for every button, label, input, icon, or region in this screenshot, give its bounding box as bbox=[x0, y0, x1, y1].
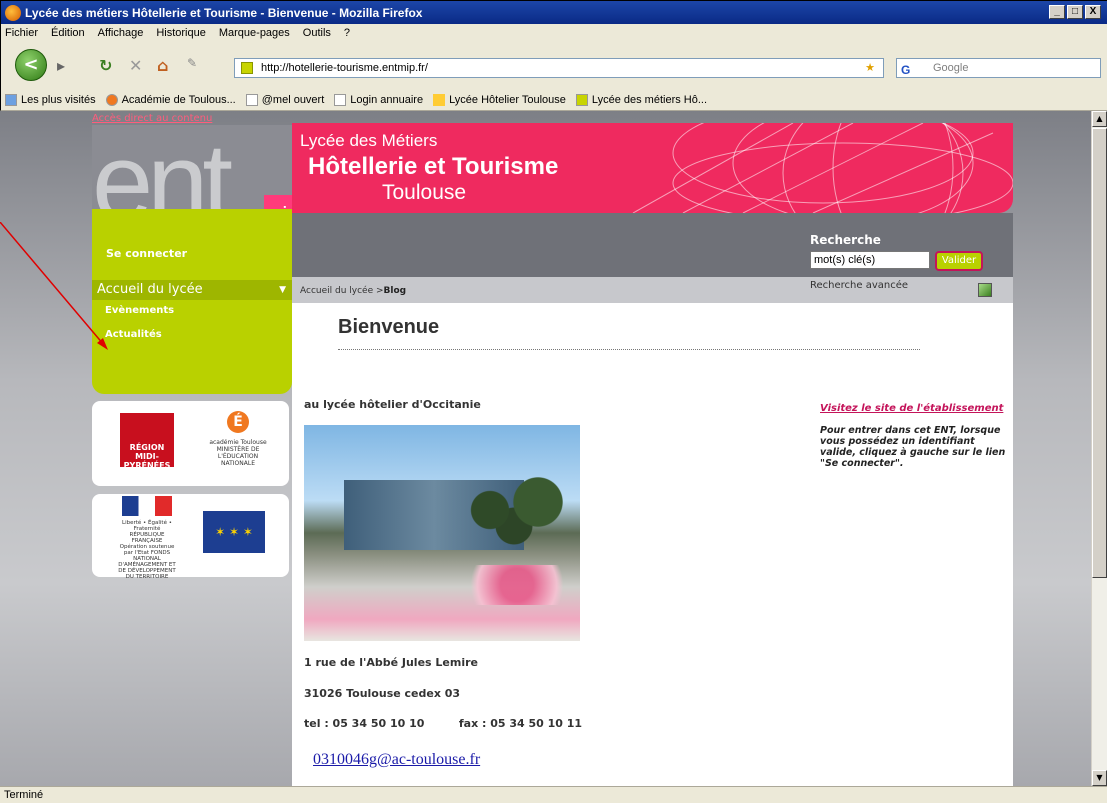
bookmark-academie[interactable]: Académie de Toulous... bbox=[105, 94, 236, 106]
bookmark-most-visited[interactable]: Les plus visités bbox=[5, 94, 96, 106]
school-photo bbox=[304, 425, 580, 641]
site-favicon bbox=[575, 94, 588, 106]
photo-trees bbox=[454, 470, 574, 550]
url-bar[interactable]: http://hotellerie-tourisme.entmip.fr/ ★ bbox=[234, 58, 884, 78]
academie-icon bbox=[105, 94, 118, 106]
search-label: Recherche bbox=[810, 233, 881, 247]
region-logo[interactable]: RÉGION MIDI-PYRÉNÉES bbox=[120, 413, 174, 470]
menu-help[interactable]: ? bbox=[344, 27, 350, 39]
header-line-1: Lycée des Métiers bbox=[300, 131, 438, 150]
reload-icon[interactable]: ↻ bbox=[99, 56, 112, 75]
academie-logo[interactable]: É académie Toulouse MINISTÈRE DE L'ÉDUCA… bbox=[208, 411, 268, 473]
page-icon bbox=[245, 94, 258, 106]
search-input[interactable]: mot(s) clé(s) bbox=[810, 251, 930, 269]
page-icon bbox=[334, 94, 347, 106]
address-city: 31026 Toulouse cedex 03 bbox=[304, 687, 461, 700]
bookmarks-toolbar: Les plus visités Académie de Toulous... … bbox=[0, 90, 1107, 111]
addon-icon[interactable]: ✎ bbox=[187, 56, 197, 70]
breadcrumb-parent[interactable]: Accueil du lycée > bbox=[300, 286, 384, 296]
rf-sublabel: Opération soutenue par l'Etat FONDS NATI… bbox=[118, 544, 176, 580]
page-viewport: Accès direct au contenu ent mip Lycée de… bbox=[0, 111, 1091, 786]
bookmark-mel[interactable]: @mel ouvert bbox=[245, 94, 324, 106]
window-controls: _ □ X bbox=[1049, 5, 1101, 19]
header-line-3: Toulouse bbox=[382, 181, 467, 204]
scroll-thumb[interactable] bbox=[1092, 128, 1107, 578]
address-phones: tel : 05 34 50 10 10 fax : 05 34 50 10 1… bbox=[304, 717, 583, 730]
search-placeholder: Google bbox=[933, 62, 969, 74]
url-text: http://hotellerie-tourisme.entmip.fr/ bbox=[261, 62, 428, 74]
breadcrumb-current: Blog bbox=[383, 286, 407, 296]
french-flag-icon bbox=[122, 496, 172, 516]
academie-e-icon: É bbox=[227, 411, 249, 433]
menu-affichage[interactable]: Affichage bbox=[98, 27, 144, 39]
back-button[interactable]: < bbox=[15, 49, 47, 81]
eu-flag-icon[interactable]: ✶ ✶ ✶ bbox=[203, 511, 265, 553]
banner-decoration bbox=[632, 123, 1013, 213]
scroll-down-button[interactable]: ▼ bbox=[1092, 770, 1107, 786]
advanced-search-link[interactable]: Recherche avancée bbox=[810, 280, 908, 291]
breadcrumb: Accueil du lycée >Blog bbox=[300, 286, 406, 296]
address-street: 1 rue de l'Abbé Jules Lemire bbox=[304, 656, 479, 669]
rf-label: Liberté • Égalité • Fraternité RÉPUBLIQU… bbox=[122, 520, 172, 544]
valider-button[interactable]: Valider bbox=[935, 251, 983, 271]
most-visited-icon bbox=[5, 94, 17, 106]
menu-marque-pages[interactable]: Marque-pages bbox=[219, 27, 290, 39]
site-favicon bbox=[241, 62, 253, 74]
home-icon[interactable]: ⌂ bbox=[157, 56, 168, 75]
menu-edition[interactable]: Édition bbox=[51, 27, 85, 39]
annotation-arrow bbox=[0, 222, 108, 350]
menu-outils[interactable]: Outils bbox=[303, 27, 331, 39]
ministere-label: MINISTÈRE DE L'ÉDUCATION NATIONALE bbox=[216, 446, 260, 467]
title-divider bbox=[338, 349, 920, 350]
forward-icon[interactable]: ▸ bbox=[57, 56, 65, 75]
header-banner: Lycée des Métiers Hôtellerie et Tourisme… bbox=[292, 123, 1013, 213]
bookmark-star-icon[interactable]: ★ bbox=[865, 59, 875, 77]
google-icon[interactable]: G bbox=[901, 61, 910, 79]
maximize-button[interactable]: □ bbox=[1067, 5, 1083, 19]
ent-info-text: Pour entrer dans cet ENT, lorsque vous p… bbox=[820, 425, 1006, 469]
menu-bar: Fichier Édition Affichage Historique Mar… bbox=[0, 24, 1107, 42]
star-icon bbox=[433, 94, 446, 106]
close-button[interactable]: X bbox=[1085, 5, 1101, 19]
header-line-2: Hôtellerie et Tourisme bbox=[308, 153, 559, 180]
nav-section-accueil[interactable]: Accueil du lycée ▼ bbox=[92, 280, 292, 300]
firefox-icon bbox=[5, 4, 21, 21]
visit-site-link[interactable]: Visitez le site de l'établissement bbox=[820, 403, 1003, 414]
status-text: Terminé bbox=[4, 789, 44, 801]
bookmark-lycee-metiers[interactable]: Lycée des métiers Hô... bbox=[575, 94, 707, 106]
menu-historique[interactable]: Historique bbox=[156, 27, 206, 39]
menu-fichier[interactable]: Fichier bbox=[5, 27, 38, 39]
republique-francaise-logo[interactable]: Liberté • Égalité • Fraternité RÉPUBLIQU… bbox=[118, 496, 176, 580]
page-title: Bienvenue bbox=[338, 316, 440, 338]
bookmark-lycee-hotelier[interactable]: Lycée Hôtelier Toulouse bbox=[433, 94, 566, 106]
photo-flowers bbox=[454, 565, 580, 605]
stop-icon[interactable]: ✕ bbox=[129, 56, 142, 75]
bookmark-login[interactable]: Login annuaire bbox=[334, 94, 423, 106]
expand-icon[interactable] bbox=[978, 283, 992, 297]
minimize-button[interactable]: _ bbox=[1049, 5, 1065, 19]
status-bar: Terminé bbox=[0, 786, 1107, 803]
vertical-scrollbar[interactable]: ▲ ▼ bbox=[1091, 111, 1107, 786]
scroll-up-button[interactable]: ▲ bbox=[1092, 111, 1107, 127]
academie-label: académie Toulouse bbox=[209, 439, 267, 446]
window-title-bar: Lycée des métiers Hôtellerie et Tourisme… bbox=[0, 0, 1107, 24]
search-bar[interactable]: G Google ⚲ bbox=[896, 58, 1101, 78]
page-subtitle: au lycée hôtelier d'Occitanie bbox=[304, 398, 481, 411]
email-link[interactable]: 0310046g@ac-toulouse.fr bbox=[313, 751, 480, 769]
window-title: Lycée des métiers Hôtellerie et Tourisme… bbox=[25, 5, 423, 20]
dropdown-arrow-icon: ▼ bbox=[279, 285, 286, 295]
navigation-toolbar: < ▸ ↻ ✕ ⌂ ✎ http://hotellerie-tourisme.e… bbox=[0, 42, 1107, 90]
